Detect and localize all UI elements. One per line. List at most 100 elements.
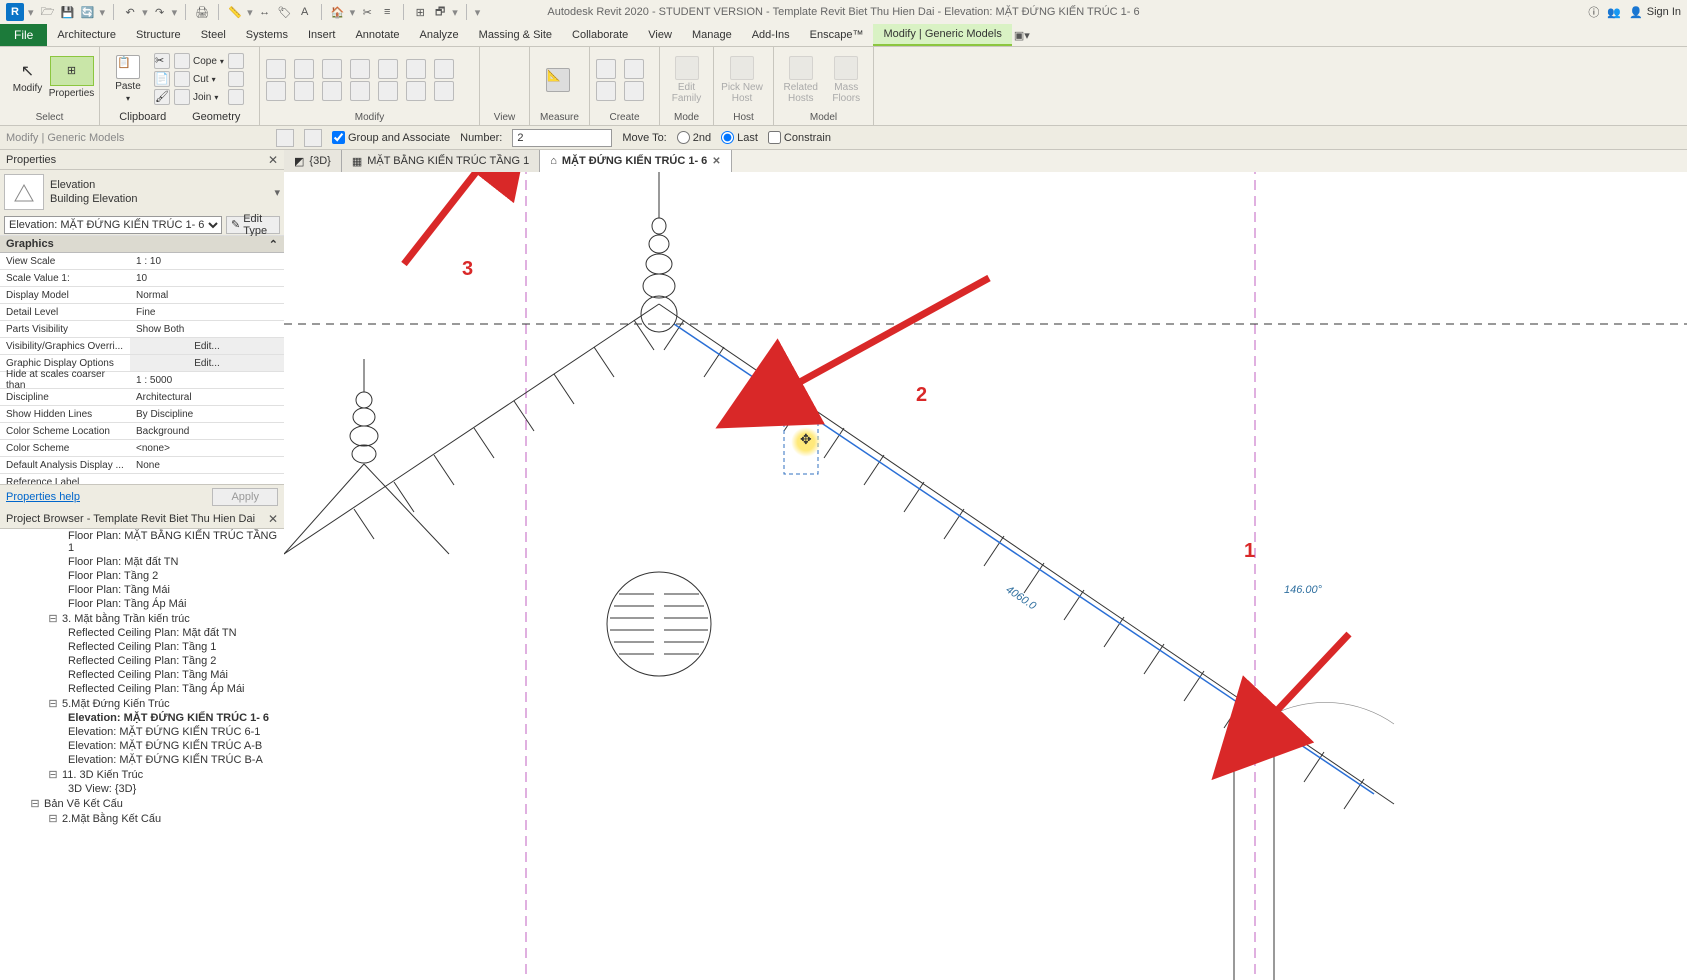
unpin-icon[interactable]: [406, 81, 426, 101]
property-row[interactable]: Visibility/Graphics Overri...Edit...: [0, 338, 284, 355]
create-similar-icon[interactable]: [596, 59, 616, 79]
dimension-angle[interactable]: 146.00°: [1284, 584, 1322, 596]
edit-type-button[interactable]: ✎Edit Type: [226, 216, 280, 234]
split-face-icon[interactable]: [228, 71, 244, 87]
property-row[interactable]: Default Analysis Display ...None: [0, 457, 284, 474]
tab-modify-generic-models[interactable]: Modify | Generic Models: [873, 24, 1011, 46]
create-assembly-icon[interactable]: [596, 81, 616, 101]
tab-view[interactable]: View: [638, 24, 682, 46]
property-row[interactable]: View Scale1 : 10: [0, 253, 284, 270]
tab-systems[interactable]: Systems: [236, 24, 298, 46]
tab-addins[interactable]: Add-Ins: [742, 24, 800, 46]
view-tab-3d[interactable]: ◩{3D}: [284, 150, 342, 172]
text-icon[interactable]: A: [297, 4, 313, 20]
file-menu-dropdown-icon[interactable]: ▾: [28, 6, 34, 19]
cut-button[interactable]: ✂: [154, 53, 170, 69]
property-value[interactable]: Background: [130, 423, 284, 439]
tab-annotate[interactable]: Annotate: [345, 24, 409, 46]
switch-windows-icon[interactable]: 🗗: [432, 4, 448, 20]
tree-item[interactable]: Reflected Ceiling Plan: Tầng 1: [0, 640, 284, 654]
tree-expand-icon[interactable]: ⊟: [48, 697, 58, 710]
scale-icon[interactable]: [350, 81, 370, 101]
property-row[interactable]: Show Hidden LinesBy Discipline: [0, 406, 284, 423]
tab-collaborate[interactable]: Collaborate: [562, 24, 638, 46]
save-icon[interactable]: 💾: [60, 4, 76, 20]
tree-item[interactable]: Reflected Ceiling Plan: Tầng Áp Mái: [0, 682, 284, 696]
tree-expand-icon[interactable]: ⊟: [48, 612, 58, 625]
info-center-icon[interactable]: ⓘ: [1588, 4, 1599, 20]
tab-massing[interactable]: Massing & Site: [469, 24, 562, 46]
join-button[interactable]: Join▾: [174, 89, 224, 105]
match-button[interactable]: 🖌: [154, 89, 170, 105]
tree-item[interactable]: Elevation: MẶT ĐỨNG KIẾN TRÚC 6-1: [0, 725, 284, 739]
property-row[interactable]: Reference Label: [0, 474, 284, 484]
create-group-icon[interactable]: [624, 59, 644, 79]
copy-move-icon[interactable]: [294, 59, 314, 79]
demolish-icon[interactable]: [228, 89, 244, 105]
property-row[interactable]: Detail LevelFine: [0, 304, 284, 321]
tab-insert[interactable]: Insert: [298, 24, 346, 46]
type-selector[interactable]: ElevationBuilding Elevation ▾: [0, 170, 284, 214]
default3d-icon[interactable]: 🏠: [330, 4, 346, 20]
property-value[interactable]: <none>: [130, 440, 284, 456]
dimension-icon[interactable]: ↔: [257, 4, 273, 20]
split-icon[interactable]: [378, 59, 398, 79]
tab-analyze[interactable]: Analyze: [410, 24, 469, 46]
tab-file[interactable]: File: [0, 24, 47, 46]
tree-item[interactable]: 3D View: {3D}: [0, 782, 284, 796]
delete-icon[interactable]: [434, 81, 454, 101]
tree-item[interactable]: Floor Plan: Tầng Áp Mái: [0, 597, 284, 611]
move-icon[interactable]: [266, 59, 286, 79]
tab-manage[interactable]: Manage: [682, 24, 742, 46]
tab-structure[interactable]: Structure: [126, 24, 191, 46]
tree-item[interactable]: ⊟5.Mặt Đứng Kiến Trúc: [0, 696, 284, 711]
property-value[interactable]: By Discipline: [130, 406, 284, 422]
props-category-graphics[interactable]: Graphics⌃: [0, 236, 284, 253]
rotate-icon[interactable]: [322, 59, 342, 79]
open-icon[interactable]: 🗁: [40, 4, 56, 20]
property-row[interactable]: Hide at scales coarser than1 : 5000: [0, 372, 284, 389]
pick-new-host-button[interactable]: Pick New Host: [720, 52, 764, 108]
tree-item[interactable]: Floor Plan: MẶT BẰNG KIẾN TRÚC TẦNG 1: [0, 529, 284, 555]
mirror-axis-icon[interactable]: [266, 81, 286, 101]
close-windows-icon[interactable]: ⊞: [412, 4, 428, 20]
tree-item[interactable]: ⊟2.Mặt Bằng Kết Cấu: [0, 811, 284, 826]
property-value[interactable]: Fine: [130, 304, 284, 320]
mirror-draw-icon[interactable]: [294, 81, 314, 101]
property-value[interactable]: Normal: [130, 287, 284, 303]
thin-lines-icon[interactable]: ≡: [379, 4, 395, 20]
copy-button[interactable]: 📄: [154, 71, 170, 87]
modify-button[interactable]: ↖Modify: [6, 49, 50, 105]
tree-expand-icon[interactable]: ⊟: [30, 797, 40, 810]
cut-geom-button[interactable]: Cut▾: [174, 71, 224, 87]
property-row[interactable]: Scale Value 1:10: [0, 270, 284, 287]
project-browser-tree[interactable]: Floor Plan: MẶT BẰNG KIẾN TRÚC TẦNG 1Flo…: [0, 529, 284, 980]
notch-icon[interactable]: [228, 53, 244, 69]
sign-in-button[interactable]: 👤 Sign In: [1629, 6, 1681, 19]
property-value[interactable]: 1 : 5000: [130, 372, 284, 388]
paste-button[interactable]: 📋Paste▾: [106, 51, 150, 107]
moveto-2nd-radio[interactable]: 2nd: [677, 131, 711, 144]
tab-architecture[interactable]: Architecture: [47, 24, 126, 46]
property-value[interactable]: [130, 474, 284, 484]
array-icon[interactable]: [322, 81, 342, 101]
property-value[interactable]: 10: [130, 270, 284, 286]
close-tab-icon[interactable]: ✕: [712, 156, 720, 167]
cope-button[interactable]: Cope▾: [174, 53, 224, 69]
undo-icon[interactable]: ↶: [122, 4, 138, 20]
section-icon[interactable]: ✂: [359, 4, 375, 20]
align-icon[interactable]: [406, 59, 426, 79]
related-hosts-button[interactable]: Related Hosts: [780, 52, 822, 108]
tree-item[interactable]: Reflected Ceiling Plan: Tầng 2: [0, 654, 284, 668]
property-value[interactable]: Show Both: [130, 321, 284, 337]
property-value[interactable]: None: [130, 457, 284, 473]
sync-icon[interactable]: 🔄: [80, 4, 96, 20]
property-value[interactable]: Architectural: [130, 389, 284, 405]
group-associate-checkbox[interactable]: Group and Associate: [332, 131, 450, 144]
tree-item[interactable]: Floor Plan: Mặt đất TN: [0, 555, 284, 569]
tree-item[interactable]: ⊟Bản Vẽ Kết Cấu: [0, 796, 284, 811]
number-input[interactable]: [512, 129, 612, 147]
moveto-last-radio[interactable]: Last: [721, 131, 758, 144]
measure-button[interactable]: 📐: [536, 52, 580, 108]
properties-close-icon[interactable]: ✕: [268, 153, 278, 167]
